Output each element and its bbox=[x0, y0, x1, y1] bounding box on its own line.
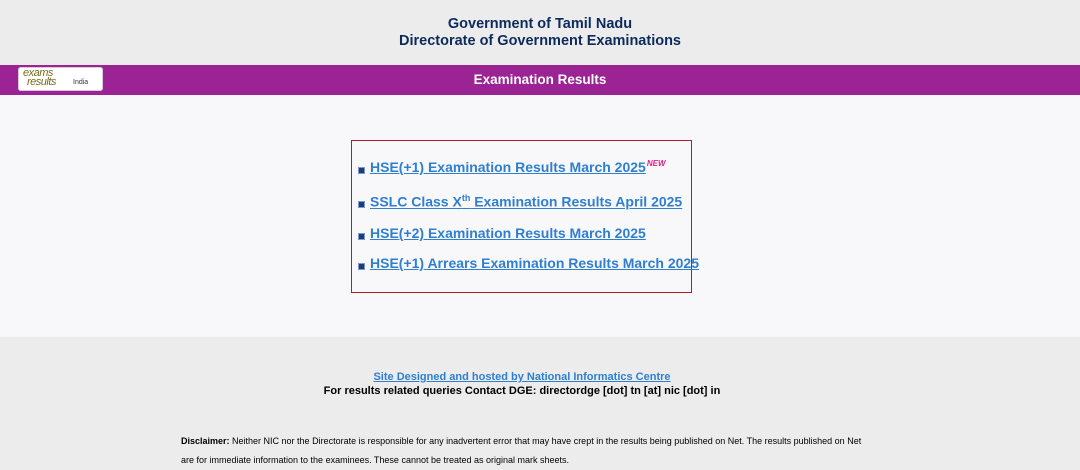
sslc-label-pre: SSLC Class X bbox=[370, 193, 462, 210]
banner-title: Examination Results bbox=[473, 72, 607, 87]
results-links-box: HSE(+1) Examination Results March 2025NE… bbox=[351, 140, 699, 293]
contact-info: For results related queries Contact DGE:… bbox=[323, 385, 721, 397]
disclaimer-text: Neither NIC nor the Directorate is respo… bbox=[181, 436, 862, 465]
bullet-icon bbox=[358, 201, 365, 208]
government-title: Government of Tamil Nadu bbox=[447, 16, 633, 32]
sslc-label-post: Examination Results April 2025 bbox=[470, 193, 683, 210]
disclaimer-label: Disclaimer: bbox=[181, 436, 230, 446]
main-content: HSE(+1) Examination Results March 2025NE… bbox=[0, 95, 1080, 337]
nic-site-link[interactable]: Site Designed and hosted by National Inf… bbox=[0, 371, 1044, 383]
sslc-results-link[interactable]: SSLC Class Xth Examination Results April… bbox=[370, 193, 682, 210]
page-header: Government of Tamil Nadu Directorate of … bbox=[0, 0, 1080, 65]
hse1-arrears-results-link[interactable]: HSE(+1) Arrears Examination Results Marc… bbox=[370, 255, 699, 271]
page-footer: Site Designed and hosted by National Inf… bbox=[0, 337, 1080, 465]
bullet-icon bbox=[358, 167, 365, 174]
hse1-results-label: HSE(+1) Examination Results March 2025 bbox=[370, 159, 646, 175]
bullet-icon bbox=[358, 263, 365, 270]
bullet-icon bbox=[358, 233, 365, 240]
hse1-results-link[interactable]: HSE(+1) Examination Results March 2025NE… bbox=[370, 159, 666, 175]
title-banner: exams results India Examination Results bbox=[0, 65, 1080, 95]
hse2-results-link[interactable]: HSE(+2) Examination Results March 2025 bbox=[370, 225, 646, 241]
directorate-title: Directorate of Government Examinations bbox=[398, 33, 681, 49]
disclaimer: Disclaimer: Neither NIC nor the Director… bbox=[181, 432, 871, 470]
new-badge-icon: NEW bbox=[646, 159, 666, 168]
